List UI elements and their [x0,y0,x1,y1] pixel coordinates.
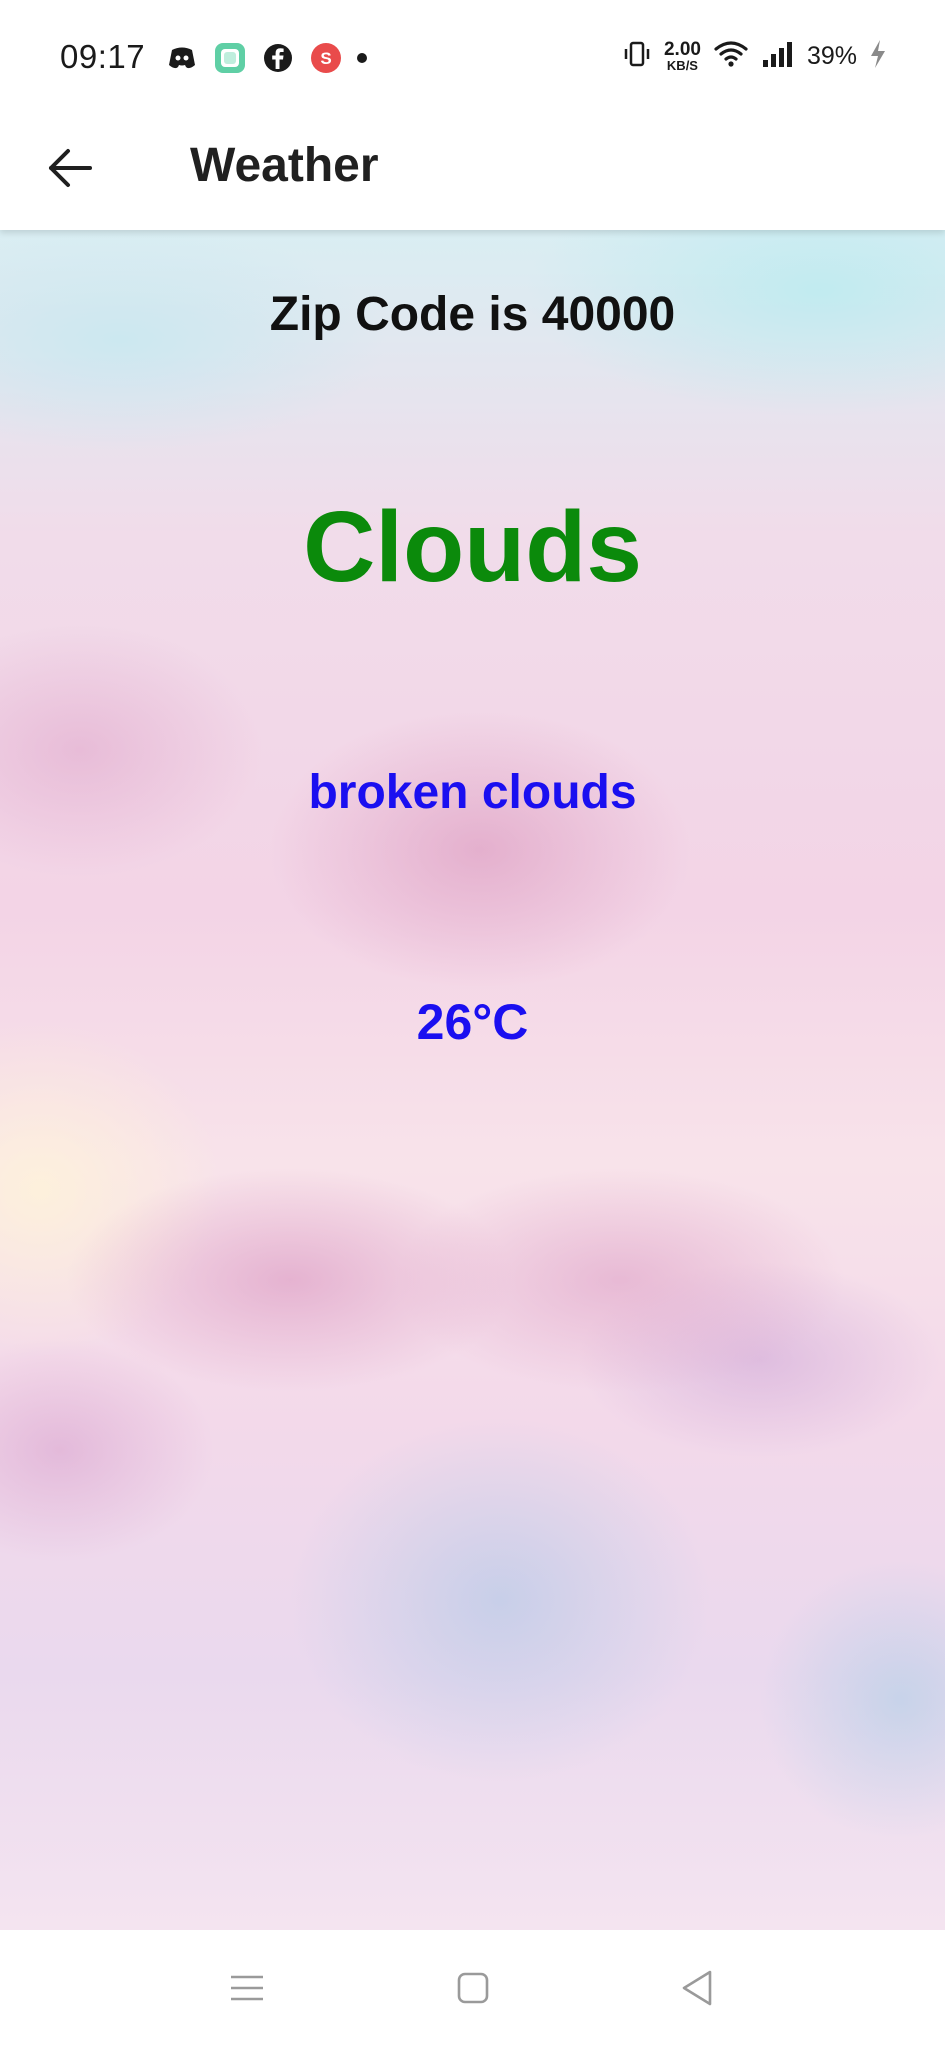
page-title: Weather [190,139,379,192]
chat-app-icon [213,41,247,75]
signal-icon [761,40,795,73]
wifi-icon [713,39,749,74]
weather-screen: 09:17 S 2.00 KB/S 39% Weather Zip Code i… [0,0,945,2048]
discord-icon [165,41,199,75]
svg-text:S: S [320,49,331,68]
recent-apps-button[interactable] [222,1965,272,2015]
shazam-icon: S [309,41,343,75]
system-nav-bar [0,1930,945,2048]
status-bar: 09:17 S 2.00 KB/S 39% [0,0,945,110]
notification-icons: S [165,40,367,76]
network-speed: 2.00 KB/S [664,40,701,72]
arrow-left-icon [47,148,93,193]
weather-main-label: Clouds [303,491,642,603]
weather-content: Zip Code is 40000 Clouds broken clouds 2… [0,230,945,1930]
network-speed-value: 2.00 [663,39,701,60]
home-button[interactable] [448,1965,498,2015]
menu-icon [229,1973,265,2008]
system-back-button[interactable] [672,1965,722,2015]
network-speed-unit: KB/S [666,58,698,73]
status-time: 09:17 [60,38,146,75]
facebook-icon [261,41,295,75]
back-triangle-icon [680,1969,714,2012]
back-button[interactable] [40,140,100,200]
system-icons: 2.00 KB/S 39% [622,36,887,76]
weather-description-label: broken clouds [308,766,637,819]
more-notifications-dot [357,53,367,63]
vibrate-icon [622,39,652,74]
battery-percent: 39% [806,41,857,70]
charging-icon [869,39,887,74]
home-square-icon [456,1971,490,2010]
temperature-label: 26°C [416,994,529,1050]
app-bar: Weather [0,110,945,230]
zip-code-label: Zip Code is 40000 [269,288,676,341]
